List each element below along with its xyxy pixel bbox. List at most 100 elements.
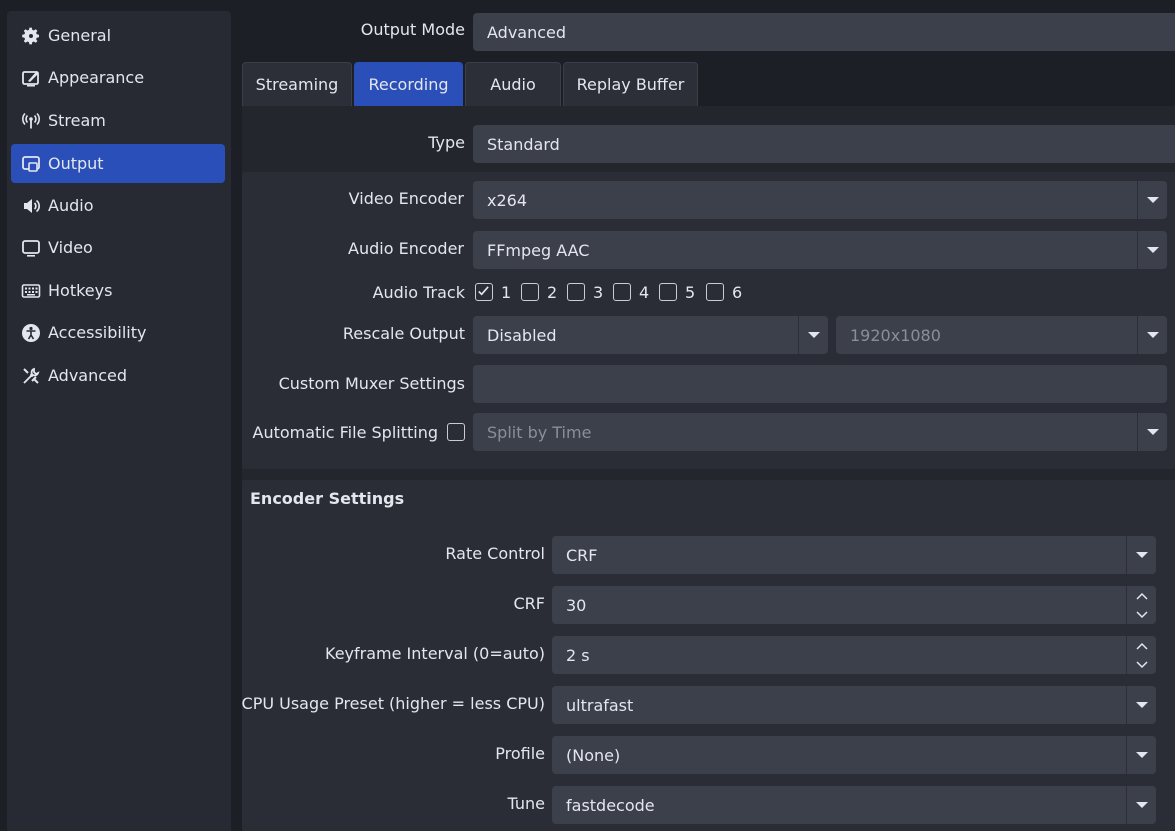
file-splitting-checkbox[interactable] [447, 423, 465, 441]
sidebar-item-label: Stream [48, 111, 106, 130]
output-mode-value: Advanced [487, 22, 567, 42]
chevron-down-icon [1126, 736, 1156, 774]
tools-icon [20, 365, 42, 387]
tab-label: Audio [490, 75, 536, 94]
sidebar-item-general[interactable]: General [11, 16, 225, 55]
tab-recording[interactable]: Recording [354, 62, 463, 106]
audio-track-4-checkbox[interactable] [613, 283, 631, 301]
speaker-icon [20, 195, 42, 217]
audio-track-3-checkbox[interactable] [567, 283, 585, 301]
keyframe-label: Keyframe Interval (0=auto) [325, 644, 545, 663]
split-mode-select: Split by Time [473, 413, 1167, 451]
sidebar-item-accessibility[interactable]: Accessibility [11, 313, 225, 352]
keyframe-value: 2 s [566, 645, 590, 665]
cpu-preset-select[interactable]: ultrafast [552, 686, 1156, 724]
sidebar-item-output[interactable]: Output [11, 144, 225, 183]
audio-track-label: Audio Track [372, 283, 465, 302]
audio-track-3-label: 3 [593, 283, 604, 302]
crf-label: CRF [513, 594, 546, 613]
profile-select[interactable]: (None) [552, 736, 1156, 774]
chevron-down-icon [1137, 231, 1167, 269]
spin-buttons[interactable] [1126, 636, 1156, 674]
output-mode-select[interactable]: Advanced [473, 13, 1175, 51]
appearance-icon [20, 67, 42, 89]
type-select[interactable]: Standard [473, 125, 1175, 163]
cpu-preset-value: ultrafast [566, 695, 634, 715]
chevron-down-icon [798, 316, 828, 354]
rate-control-value: CRF [566, 545, 598, 565]
chevron-down-icon[interactable] [1127, 605, 1156, 624]
gear-icon [20, 25, 42, 47]
video-encoder-select[interactable]: x264 [473, 181, 1167, 219]
video-encoder-label: Video Encoder [348, 189, 464, 208]
sidebar-item-label: General [48, 26, 112, 45]
rescale-resolution-select: 1920x1080 [836, 316, 1167, 354]
chevron-down-icon [1137, 413, 1167, 451]
tune-label: Tune [507, 794, 545, 813]
tab-streaming[interactable]: Streaming [242, 62, 352, 106]
chevron-up-icon[interactable] [1127, 586, 1156, 605]
audio-track-5-checkbox[interactable] [659, 283, 677, 301]
video-encoder-value: x264 [487, 190, 528, 210]
chevron-down-icon [1126, 686, 1156, 724]
cpu-preset-label: CPU Usage Preset (higher = less CPU) [241, 694, 545, 713]
encoder-settings-title: Encoder Settings [250, 489, 405, 508]
crf-value: 30 [566, 595, 587, 615]
tab-label: Replay Buffer [576, 75, 685, 94]
tab-label: Streaming [255, 75, 339, 94]
profile-label: Profile [495, 744, 545, 763]
tab-label: Recording [368, 75, 449, 94]
sidebar-item-audio[interactable]: Audio [11, 186, 225, 225]
sidebar-item-stream[interactable]: Stream [11, 101, 225, 140]
rescale-output-value: Disabled [487, 325, 557, 345]
audio-encoder-select[interactable]: FFmpeg AAC [473, 231, 1167, 269]
audio-encoder-label: Audio Encoder [348, 239, 464, 258]
chevron-down-icon [1137, 181, 1167, 219]
spin-buttons[interactable] [1126, 586, 1156, 624]
sidebar-item-label: Video [48, 238, 93, 257]
tab-audio[interactable]: Audio [465, 62, 561, 106]
audio-track-4-label: 4 [639, 283, 650, 302]
sidebar-item-appearance[interactable]: Appearance [11, 58, 225, 97]
rescale-output-select[interactable]: Disabled [473, 316, 828, 354]
audio-track-6-label: 6 [732, 283, 743, 302]
tune-value: fastdecode [566, 795, 655, 815]
antenna-icon [20, 110, 42, 132]
tune-select[interactable]: fastdecode [552, 786, 1156, 824]
check-icon [478, 286, 489, 296]
rescale-resolution-value: 1920x1080 [850, 325, 941, 345]
sidebar-item-label: Output [48, 154, 104, 173]
chevron-down-icon [1137, 316, 1167, 354]
chevron-down-icon [1126, 786, 1156, 824]
rate-control-select[interactable]: CRF [552, 536, 1156, 574]
output-icon [20, 153, 42, 175]
chevron-up-icon[interactable] [1127, 636, 1156, 655]
sidebar-item-video[interactable]: Video [11, 228, 225, 267]
profile-value: (None) [566, 745, 621, 765]
keyframe-spinbox[interactable]: 2 s [552, 636, 1156, 674]
custom-muxer-input[interactable] [473, 365, 1167, 403]
crf-spinbox[interactable]: 30 [552, 586, 1156, 624]
sidebar-item-label: Hotkeys [48, 281, 113, 300]
sidebar-item-label: Appearance [48, 68, 145, 87]
sidebar-item-advanced[interactable]: Advanced [11, 356, 225, 395]
audio-track-1-checkbox[interactable] [475, 283, 493, 301]
settings-sidebar: General Appearance Stream Output Audio V… [7, 11, 231, 831]
audio-track-2-label: 2 [547, 283, 558, 302]
audio-track-2-checkbox[interactable] [521, 283, 539, 301]
file-splitting-label: Automatic File Splitting [252, 423, 439, 442]
split-mode-value: Split by Time [487, 422, 592, 442]
accessibility-icon [20, 322, 42, 344]
audio-encoder-value: FFmpeg AAC [487, 240, 590, 260]
sidebar-item-label: Advanced [48, 366, 128, 385]
sidebar-item-hotkeys[interactable]: Hotkeys [11, 271, 225, 310]
audio-track-1-label: 1 [501, 283, 512, 302]
sidebar-item-label: Accessibility [48, 323, 147, 342]
audio-track-6-checkbox[interactable] [706, 283, 724, 301]
keyboard-icon [20, 280, 42, 302]
chevron-down-icon [1126, 536, 1156, 574]
tab-replay-buffer[interactable]: Replay Buffer [563, 62, 698, 106]
chevron-down-icon[interactable] [1127, 655, 1156, 674]
type-label: Type [428, 133, 465, 152]
type-value: Standard [487, 134, 560, 154]
